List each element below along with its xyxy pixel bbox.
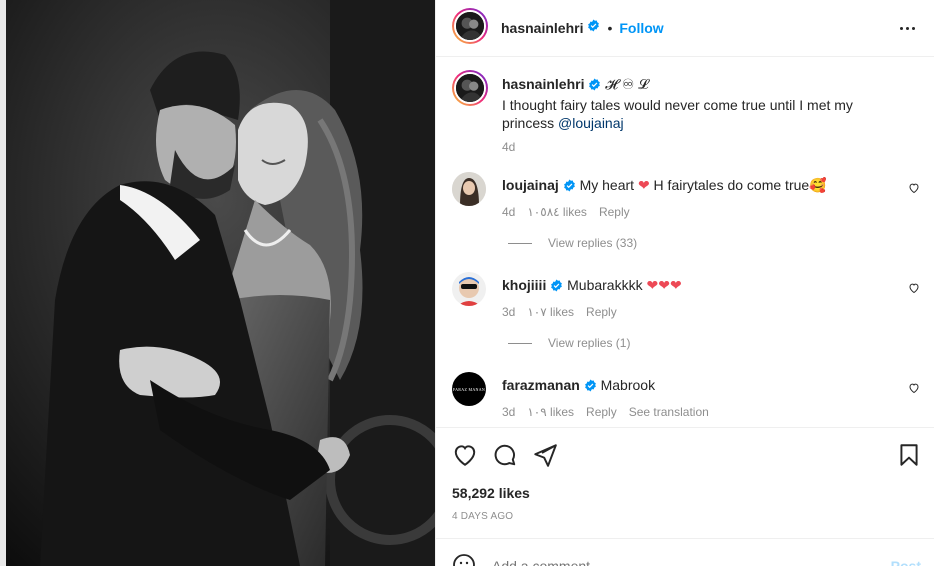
author-avatar-image: [456, 12, 484, 40]
verified-badge-icon: [587, 19, 600, 37]
caption-text-line1: I thought fairy tales would never come t…: [502, 97, 853, 113]
comment-bubble-icon[interactable]: [492, 442, 518, 468]
view-replies-label[interactable]: View replies (1): [548, 336, 630, 350]
post-image-illustration: [0, 0, 435, 566]
comment-reply-button[interactable]: Reply: [586, 405, 617, 419]
comment-item: loujainaj My heart ❤ H fairytales do com…: [502, 176, 912, 219]
post-date: 4 DAYS AGO: [452, 511, 514, 522]
more-options-icon[interactable]: [897, 18, 917, 38]
header-separator: •: [607, 20, 613, 36]
view-replies-label[interactable]: View replies (33): [548, 236, 637, 250]
see-translation-link[interactable]: See translation: [629, 405, 709, 419]
avatar-logo-text: FARAZ MANAN: [452, 386, 486, 392]
verified-badge-icon: [584, 378, 597, 396]
verified-badge-icon: [550, 278, 563, 296]
post-details-panel: hasnainlehri • Follow hasnainlehri 𝓗 ♾ 𝓛…: [435, 0, 934, 566]
post-header: hasnainlehri • Follow: [436, 0, 934, 57]
author-avatar[interactable]: [452, 8, 488, 44]
comment-text: Mubarakkkk ❤❤❤: [567, 277, 682, 293]
comment-username[interactable]: khojiiii: [502, 277, 546, 293]
comment-reply-button[interactable]: Reply: [586, 305, 617, 319]
caption-emojis: 𝓗 ♾ 𝓛: [605, 76, 649, 92]
caption-block: hasnainlehri 𝓗 ♾ 𝓛 I thought fairy tales…: [502, 75, 922, 154]
paper-plane-icon[interactable]: [532, 442, 558, 468]
comment-avatar-image: [452, 172, 486, 206]
caption-username[interactable]: hasnainlehri: [502, 76, 584, 92]
comment-reply-button[interactable]: Reply: [599, 205, 630, 219]
comment-time[interactable]: 3d: [502, 305, 515, 319]
post-action-bar: [436, 427, 934, 483]
comment-item: khojiiii Mubarakkkk ❤❤❤ 3d ١٠٧ likes Rep…: [502, 276, 912, 319]
replies-divider-line: [508, 242, 532, 244]
comment-text: Mabrook: [600, 377, 656, 393]
comment-username[interactable]: loujainaj: [502, 177, 559, 193]
caption-mention-link[interactable]: @loujainaj: [558, 115, 624, 131]
emoji-icon[interactable]: [452, 553, 476, 566]
comment-avatar-farazmanan[interactable]: FARAZ MANAN: [452, 372, 486, 406]
comment-avatar-loujainaj[interactable]: [452, 172, 486, 206]
comment-text: My heart ❤ H fairytales do come true🥰: [579, 177, 827, 193]
comment-avatar-khojiiii[interactable]: [452, 272, 486, 306]
comment-like-heart-icon[interactable]: [908, 381, 920, 399]
post-likes-count[interactable]: 58,292 likes: [452, 485, 530, 501]
caption-avatar-image: [456, 74, 484, 102]
view-replies-toggle[interactable]: View replies (33): [508, 236, 637, 250]
caption-time[interactable]: 4d: [502, 140, 922, 154]
comment-like-heart-icon[interactable]: [908, 281, 920, 299]
comment-avatar-image: [452, 272, 486, 306]
comment-time[interactable]: 3d: [502, 405, 515, 419]
add-comment-input[interactable]: [492, 558, 872, 566]
add-comment-bar: Post: [436, 538, 934, 566]
post-photo[interactable]: [0, 0, 435, 566]
heart-icon[interactable]: [452, 442, 478, 468]
replies-divider-line: [508, 342, 532, 344]
comment-item: farazmanan Mabrook 3d ١٠٩ likes Reply Se…: [502, 376, 912, 419]
view-replies-toggle[interactable]: View replies (1): [508, 336, 630, 350]
caption-avatar[interactable]: [452, 70, 488, 106]
comment-username[interactable]: farazmanan: [502, 377, 580, 393]
author-username[interactable]: hasnainlehri: [501, 20, 583, 36]
comment-time[interactable]: 4d: [502, 205, 515, 219]
bookmark-icon[interactable]: [896, 442, 922, 468]
comment-likes[interactable]: ١٠٥٨٤ likes: [527, 205, 587, 219]
follow-button[interactable]: Follow: [619, 20, 663, 36]
caption-text-line2: princess: [502, 115, 559, 131]
verified-badge-icon: [588, 77, 601, 95]
comment-likes[interactable]: ١٠٧ likes: [527, 305, 574, 319]
comment-likes[interactable]: ١٠٩ likes: [527, 405, 574, 419]
comment-like-heart-icon[interactable]: [908, 181, 920, 199]
verified-badge-icon: [563, 178, 576, 196]
post-comment-button[interactable]: Post: [891, 558, 921, 566]
